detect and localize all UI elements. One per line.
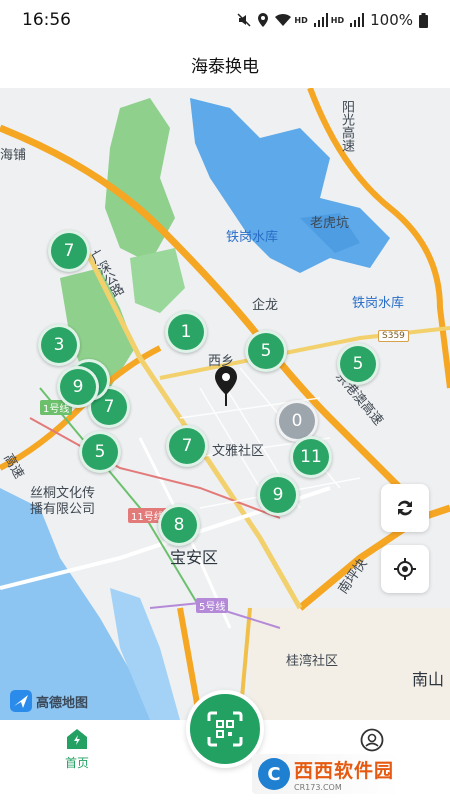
- location-icon: [257, 13, 269, 27]
- locate-button[interactable]: [381, 545, 429, 593]
- highway: [0, 124, 423, 511]
- user-icon: [360, 728, 384, 752]
- station-cluster[interactable]: 7: [166, 425, 208, 467]
- station-cluster[interactable]: 8: [158, 504, 200, 546]
- map-label: 海铺: [0, 148, 27, 163]
- scan-icon: [207, 711, 243, 747]
- app-header: 海泰换电: [0, 40, 450, 88]
- map-label: 铁岗水库: [352, 296, 405, 311]
- map-label: 企龙: [252, 298, 279, 313]
- hd-label: HD: [294, 15, 308, 25]
- wifi-icon: [275, 13, 292, 27]
- tab-home-label: 首页: [64, 756, 89, 770]
- watermark-box: C 西西软件园 CR173.COM: [252, 754, 401, 794]
- hd-label: HD: [330, 15, 345, 25]
- status-time: 16:56: [22, 10, 71, 30]
- map-label: 铁岗水库: [226, 230, 279, 245]
- map-label: 宝安区: [170, 548, 219, 567]
- map-label: 老虎坑: [310, 216, 350, 231]
- home-icon: [67, 729, 87, 749]
- signal-icon: [350, 13, 365, 27]
- amap-logo-text: 高德地图: [36, 695, 89, 711]
- park-area: [130, 248, 185, 313]
- battery-percent: 100%: [370, 11, 413, 29]
- status-icons: HD HD 100%: [237, 11, 428, 29]
- tab-profile[interactable]: [332, 728, 412, 752]
- refresh-icon: [398, 500, 412, 516]
- station-cluster[interactable]: 5: [245, 330, 287, 372]
- station-cluster[interactable]: 7: [48, 230, 90, 272]
- location-pin-icon: [215, 366, 237, 406]
- map-label: 桂湾社区: [286, 654, 339, 669]
- locate-icon: [394, 558, 416, 580]
- watermark-brand: 西西软件园: [294, 760, 395, 782]
- watermark-url: CR173.COM: [294, 783, 342, 792]
- reservoir: [190, 98, 390, 273]
- metro-badge: 5号线: [196, 598, 229, 613]
- urban-area: [250, 608, 450, 720]
- map-label: 南山: [412, 670, 445, 689]
- map-label: 文雅社区: [212, 444, 265, 459]
- station-cluster[interactable]: 3: [38, 324, 80, 366]
- status-bar: 16:56 HD HD 100%: [0, 0, 450, 40]
- tab-home[interactable]: 首页: [37, 728, 117, 771]
- station-cluster[interactable]: 9: [57, 366, 99, 408]
- battery-icon: [419, 12, 428, 28]
- watermark: C 西西软件园 CR173.COM: [252, 752, 432, 796]
- amap-logo-icon: [10, 690, 32, 712]
- station-cluster[interactable]: 1: [165, 311, 207, 353]
- park-area: [105, 98, 175, 263]
- station-cluster[interactable]: 9: [257, 474, 299, 516]
- map-label: 阳光高速: [339, 100, 354, 152]
- station-cluster[interactable]: 5: [79, 431, 121, 473]
- mute-icon: [237, 13, 251, 27]
- amap-logo: 高德地图: [10, 690, 88, 712]
- refresh-button[interactable]: [381, 484, 429, 532]
- page-title: 海泰换电: [191, 56, 259, 77]
- map-view[interactable]: 海铺 铁岗水库 铁岗水库 老虎坑 企龙 西乡 文雅社区 宝安区 桂湾社区 南山 …: [0, 88, 450, 720]
- signal-icon: [313, 13, 328, 27]
- road-badge: S359: [378, 330, 409, 342]
- station-cluster[interactable]: 5: [337, 343, 379, 385]
- map-label: 丝桐文化传播有限公司: [30, 486, 96, 517]
- watermark-logo-icon: C: [258, 758, 290, 790]
- station-cluster[interactable]: 11: [290, 436, 332, 478]
